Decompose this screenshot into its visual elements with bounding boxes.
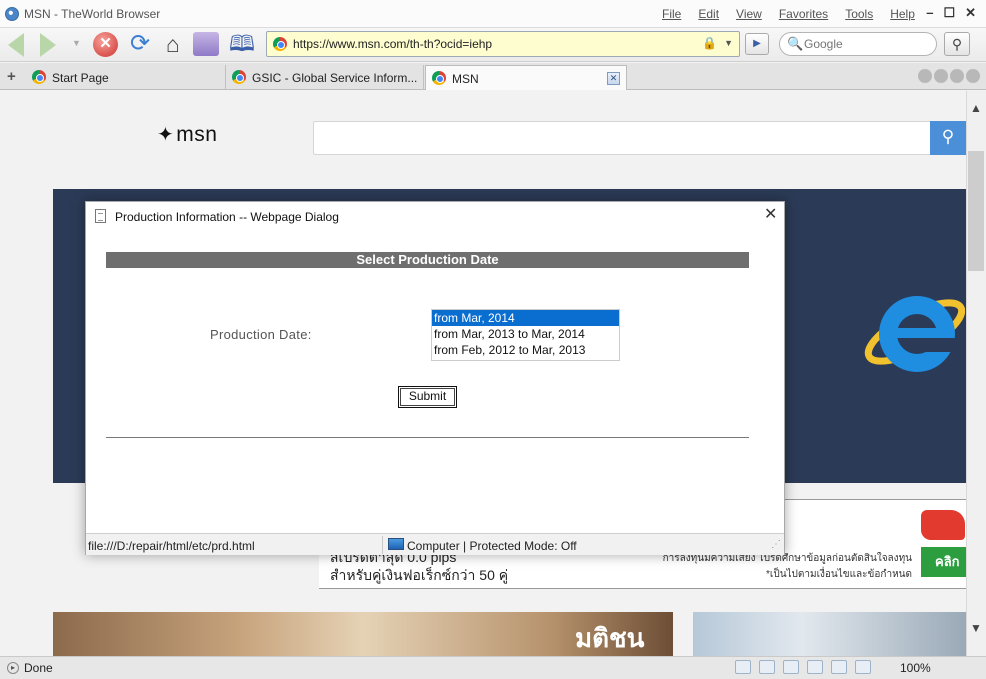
search-input[interactable] [804, 37, 930, 51]
msn-butterfly-icon: ✦ [157, 124, 175, 146]
resize-grip-icon[interactable]: ⋰ [771, 539, 781, 550]
submit-button[interactable]: Submit [398, 386, 457, 408]
scroll-up-icon[interactable]: ▲ [970, 101, 982, 115]
tab-start-page[interactable]: Start Page [26, 65, 226, 90]
status-bar: ▸ Done 100% [0, 656, 986, 679]
vertical-scrollbar[interactable]: ▲ ▼ [966, 91, 986, 656]
status-text: Done [24, 661, 53, 675]
chrome-icon [432, 71, 446, 85]
dialog-close-icon[interactable]: ✕ [764, 207, 777, 223]
menu-help[interactable]: Help [890, 7, 915, 21]
mute-icon[interactable] [831, 660, 847, 674]
msn-search-input[interactable] [313, 121, 933, 155]
address-url[interactable]: https://www.msn.com/th-th?ocid=iehp [293, 37, 492, 51]
menu-edit[interactable]: Edit [698, 7, 719, 21]
chrome-icon [32, 70, 46, 84]
security-icon[interactable] [855, 660, 871, 674]
news-thumbnail[interactable] [693, 612, 966, 656]
ad-logo [921, 510, 965, 540]
lock-icon[interactable]: 🔒 [702, 36, 717, 50]
dialog-title: Production Information -- Webpage Dialog [115, 210, 339, 224]
search-icon: 🔍 [787, 36, 804, 51]
search-box[interactable]: 🔍 [779, 32, 937, 56]
news-thumbnail-caption: มติชน [575, 623, 645, 653]
menu-tools[interactable]: Tools [845, 7, 873, 21]
tab-scroll-left-icon[interactable] [934, 69, 948, 83]
popup-blocker-icon[interactable] [735, 660, 751, 674]
tab-scroll-right-icon[interactable] [950, 69, 964, 83]
tab-list-icon[interactable] [918, 69, 932, 83]
msn-logo-text: msn [176, 123, 218, 146]
menu-view[interactable]: View [736, 7, 762, 21]
menu-file[interactable]: File [662, 7, 681, 21]
go-button[interactable]: ▶ [745, 33, 769, 55]
date-option[interactable]: from Mar, 2013 to Mar, 2014 [432, 326, 619, 342]
date-option[interactable]: from Feb, 2012 to Mar, 2013 [432, 342, 619, 358]
address-dropdown-icon[interactable]: ▼ [724, 38, 733, 48]
tab-navigation [918, 69, 980, 83]
maximize-button[interactable]: ☐ [943, 5, 955, 21]
menu-bar: File Edit View Favorites Tools Help [662, 7, 915, 21]
browser-globe-icon [5, 7, 19, 21]
download-icon[interactable] [807, 660, 823, 674]
production-info-dialog: Production Information -- Webpage Dialog… [85, 201, 785, 555]
date-option[interactable]: from Mar, 2014 [432, 310, 619, 326]
section-header: Select Production Date [106, 252, 749, 268]
internet-explorer-logo-icon [864, 296, 965, 372]
production-date-label: Production Date: [210, 327, 312, 342]
reader-book-icon[interactable]: 🕮 [228, 31, 256, 57]
minimize-button[interactable]: – [926, 5, 933, 21]
tab-label: Start Page [52, 71, 109, 85]
ad-subline: สำหรับคู่เงินฟอเร็กซ์กว่า 50 คู่ [330, 567, 509, 583]
speed-icon[interactable] [783, 660, 799, 674]
divider [106, 437, 749, 438]
status-tools [735, 660, 871, 674]
tab-menu-icon[interactable] [966, 69, 980, 83]
status-arrow-icon: ▸ [7, 662, 19, 674]
search-button[interactable]: ⚲ [944, 32, 970, 56]
dialog-file-path: file:///D:/repair/html/etc/prd.html [88, 539, 255, 553]
navigation-toolbar: ▼ ✕ ⟳ ⌂ 🕮 https://www.msn.com/th-th?ocid… [0, 28, 986, 62]
forward-arrow-icon[interactable] [40, 33, 56, 57]
refresh-icon[interactable]: ⟳ [127, 31, 153, 57]
tab-gsic[interactable]: GSIC - Global Service Inform... [226, 65, 424, 90]
ad-terms: *เป็นไปตามเงื่อนไขและข้อกำหนด [766, 569, 912, 580]
production-date-listbox[interactable]: from Mar, 2014 from Mar, 2013 to Mar, 20… [431, 309, 620, 361]
stop-icon[interactable]: ✕ [93, 32, 118, 57]
new-tab-plus-icon[interactable]: + [7, 68, 16, 85]
zoom-level[interactable]: 100% [900, 661, 931, 675]
address-bar[interactable]: https://www.msn.com/th-th?ocid=iehp 🔒 ▼ [266, 31, 740, 57]
menu-favorites[interactable]: Favorites [779, 7, 828, 21]
status-separator [382, 536, 383, 554]
dialog-status-bar: file:///D:/repair/html/etc/prd.html Comp… [86, 533, 784, 555]
page-document-icon [95, 209, 106, 223]
close-window-button[interactable]: ✕ [965, 5, 976, 21]
window-controls: – ☐ ✕ [926, 5, 976, 21]
window-title: MSN - TheWorld Browser [24, 7, 161, 21]
tab-msn[interactable]: MSN ✕ [425, 65, 627, 90]
back-arrow-icon[interactable] [8, 33, 24, 57]
security-zone-text: Computer | Protected Mode: Off [407, 539, 577, 553]
tab-bar: + Start Page GSIC - Global Service Infor… [0, 63, 986, 90]
tab-label: MSN [452, 72, 479, 86]
scrollbar-thumb[interactable] [968, 151, 984, 271]
site-chrome-icon [273, 37, 287, 51]
msn-logo[interactable]: ✦msn [157, 122, 217, 147]
screenshot-icon[interactable] [759, 660, 775, 674]
home-icon[interactable]: ⌂ [160, 31, 186, 57]
chrome-icon [232, 70, 246, 84]
ad-click-button[interactable]: คลิก [921, 547, 966, 577]
title-bar: MSN - TheWorld Browser File Edit View Fa… [0, 0, 986, 28]
scroll-down-icon[interactable]: ▼ [970, 621, 982, 635]
favorites-icon[interactable] [193, 32, 219, 56]
tab-label: GSIC - Global Service Inform... [252, 71, 418, 85]
msn-search-button[interactable]: ⚲ [930, 121, 966, 155]
computer-zone-icon [388, 538, 404, 550]
tab-close-icon[interactable]: ✕ [607, 72, 620, 85]
